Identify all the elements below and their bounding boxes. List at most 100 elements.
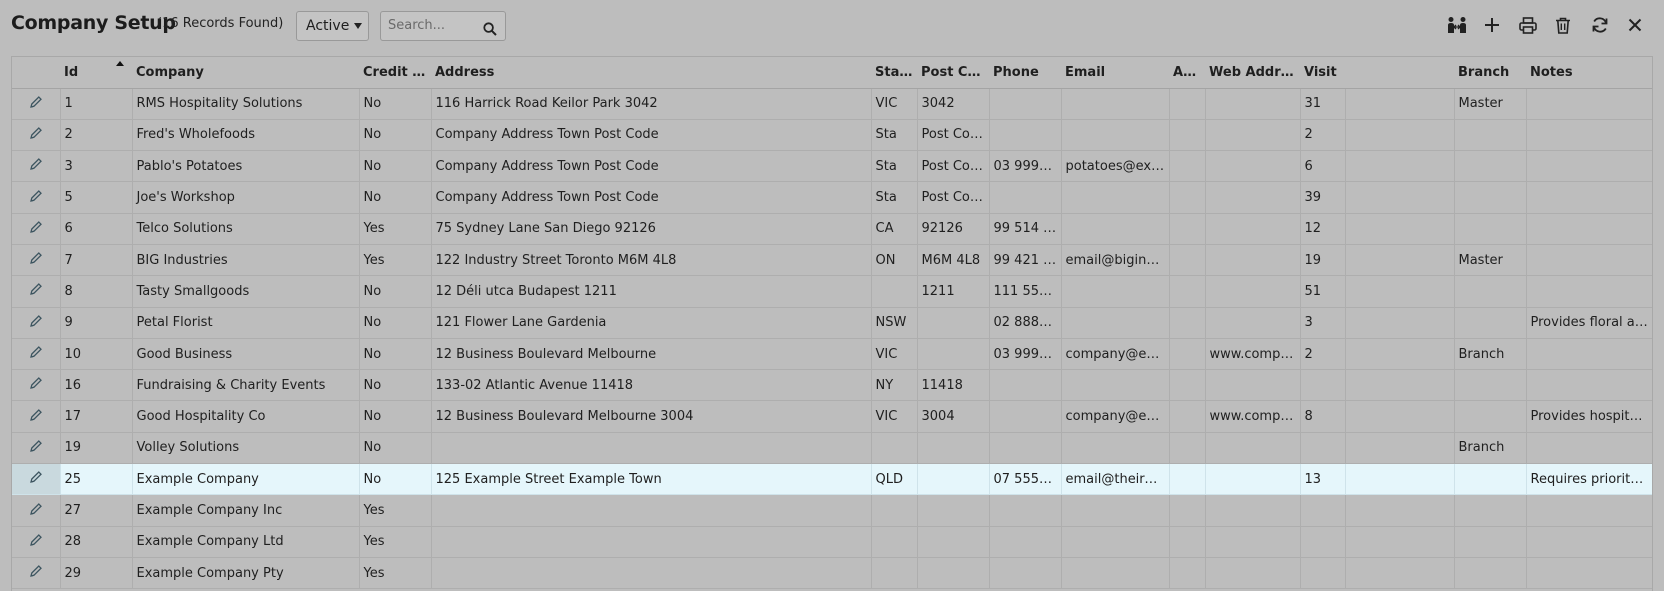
edit-row-button[interactable] xyxy=(12,463,61,496)
print-icon[interactable] xyxy=(1515,12,1541,38)
cell-post-code xyxy=(917,557,990,590)
column-header-phone[interactable]: Phone xyxy=(989,57,1061,89)
cell-id: 29 xyxy=(60,557,133,590)
cell-address: 12 Business Boulevard Melbourne 3004 xyxy=(431,400,872,433)
cell-branch xyxy=(1454,494,1527,527)
edit-row-button[interactable] xyxy=(12,275,61,308)
cell-phone: 99 421 2... xyxy=(989,244,1062,277)
column-header-abn[interactable]: AB... xyxy=(1169,57,1205,89)
cell-id: 19 xyxy=(60,432,133,465)
cell-spacer xyxy=(1345,88,1455,120)
cell-post-code xyxy=(917,338,990,371)
table-row[interactable]: 10 Good Business No 12 Business Boulevard M… xyxy=(12,338,1652,371)
close-icon[interactable] xyxy=(1622,12,1648,38)
table-row[interactable]: 25 Example Company No 125 Example Street Ex… xyxy=(12,463,1652,496)
column-header-state[interactable]: State xyxy=(871,57,917,89)
cell-email xyxy=(1061,88,1170,120)
cell-phone: 07 5550 ... xyxy=(989,463,1062,496)
edit-row-button[interactable] xyxy=(12,88,61,120)
cell-company: Example Company Pty xyxy=(132,557,360,590)
column-header-address[interactable]: Address xyxy=(431,57,871,89)
link-people-icon[interactable] xyxy=(1444,12,1470,38)
cell-post-code xyxy=(917,432,990,465)
company-grid: Id Company Credit H... Address State Post Cod… xyxy=(11,56,1653,591)
search-field[interactable] xyxy=(380,11,506,41)
cell-abn xyxy=(1169,526,1206,558)
table-row[interactable]: 8 Tasty Smallgoods No 12 Déli utca Budapest… xyxy=(12,275,1652,308)
table-row[interactable]: 9 Petal Florist No 121 Flower Lane Gardenia… xyxy=(12,307,1652,339)
column-header-branch[interactable]: Branch xyxy=(1454,57,1526,89)
table-row[interactable]: 5 Joe's Workshop No Company Address Town Po… xyxy=(12,181,1652,214)
table-row[interactable]: 16 Fundraising & Charity Events No 133-02 A… xyxy=(12,369,1652,402)
edit-row-button[interactable] xyxy=(12,557,61,590)
cell-visit xyxy=(1300,526,1346,558)
status-filter-select[interactable]: Active xyxy=(296,11,369,41)
edit-row-button[interactable] xyxy=(12,181,61,214)
delete-icon[interactable] xyxy=(1550,12,1576,38)
column-header-id[interactable]: Id xyxy=(60,57,132,89)
cell-address xyxy=(431,557,872,590)
table-row[interactable]: 2 Fred's Wholefoods No Company Address Town… xyxy=(12,119,1652,152)
sort-ascending-icon xyxy=(116,61,124,66)
column-header-email[interactable]: Email xyxy=(1061,57,1169,89)
cell-web-address: www.compa... xyxy=(1205,400,1301,433)
cell-state xyxy=(871,275,918,308)
table-row[interactable]: 29 Example Company Pty Yes xyxy=(12,557,1652,590)
column-header-post-code[interactable]: Post Cod... xyxy=(917,57,989,89)
cell-state: NSW xyxy=(871,307,918,339)
edit-row-button[interactable] xyxy=(12,150,61,183)
cell-notes: Provides floral arra... xyxy=(1526,307,1652,339)
cell-post-code: 11418 xyxy=(917,369,990,402)
table-row[interactable]: 1 RMS Hospitality Solutions No 116 Harrick … xyxy=(12,88,1652,120)
table-row[interactable]: 6 Telco Solutions Yes 75 Sydney Lane San Di… xyxy=(12,213,1652,245)
edit-row-button[interactable] xyxy=(12,432,61,465)
table-row[interactable]: 17 Good Hospitality Co No 12 Business Boule… xyxy=(12,400,1652,433)
edit-row-button[interactable] xyxy=(12,369,61,402)
cell-spacer xyxy=(1345,119,1455,152)
cell-address: Company Address Town Post Code xyxy=(431,150,872,183)
cell-abn xyxy=(1169,213,1206,245)
table-row[interactable]: 28 Example Company Ltd Yes xyxy=(12,526,1652,558)
edit-row-button[interactable] xyxy=(12,526,61,558)
cell-post-code: 1211 xyxy=(917,275,990,308)
table-row[interactable]: 27 Example Company Inc Yes xyxy=(12,494,1652,527)
cell-id: 6 xyxy=(60,213,133,245)
table-row[interactable]: 3 Pablo's Potatoes No Company Address Town … xyxy=(12,150,1652,183)
cell-credit-hold: No xyxy=(359,181,432,214)
edit-row-button[interactable] xyxy=(12,400,61,433)
column-header-label: Phone xyxy=(993,64,1039,80)
cell-company: RMS Hospitality Solutions xyxy=(132,88,360,120)
cell-company: Petal Florist xyxy=(132,307,360,339)
cell-phone xyxy=(989,119,1062,152)
page-title: Company Setup xyxy=(11,12,176,34)
cell-state: VIC xyxy=(871,400,918,433)
cell-post-code xyxy=(917,526,990,558)
column-header-label: Post Cod... xyxy=(921,64,989,80)
edit-row-button[interactable] xyxy=(12,494,61,527)
cell-visit: 6 xyxy=(1300,150,1346,183)
cell-id: 16 xyxy=(60,369,133,402)
cell-spacer xyxy=(1345,338,1455,371)
search-icon[interactable] xyxy=(483,19,497,47)
column-header-label: State xyxy=(875,64,915,80)
search-input[interactable] xyxy=(388,18,483,33)
cell-id: 8 xyxy=(60,275,133,308)
edit-row-button[interactable] xyxy=(12,119,61,152)
edit-row-button[interactable] xyxy=(12,307,61,339)
table-row[interactable]: 19 Volley Solutions No Branch xyxy=(12,432,1652,465)
edit-row-button[interactable] xyxy=(12,213,61,245)
table-row[interactable]: 7 BIG Industries Yes 122 Industry Street To… xyxy=(12,244,1652,277)
column-header-company[interactable]: Company xyxy=(132,57,359,89)
refresh-icon[interactable] xyxy=(1587,12,1613,38)
column-header-credit-hold[interactable]: Credit H... xyxy=(359,57,431,89)
cell-abn xyxy=(1169,181,1206,214)
edit-row-button[interactable] xyxy=(12,244,61,277)
cell-abn xyxy=(1169,119,1206,152)
column-header-visit[interactable]: Visit xyxy=(1300,57,1345,89)
column-header-label: AB... xyxy=(1173,64,1205,80)
column-header-web-address[interactable]: Web Address xyxy=(1205,57,1300,89)
cell-branch xyxy=(1454,213,1527,245)
edit-row-button[interactable] xyxy=(12,338,61,371)
add-icon[interactable] xyxy=(1479,12,1505,38)
column-header-notes[interactable]: Notes xyxy=(1526,57,1652,89)
